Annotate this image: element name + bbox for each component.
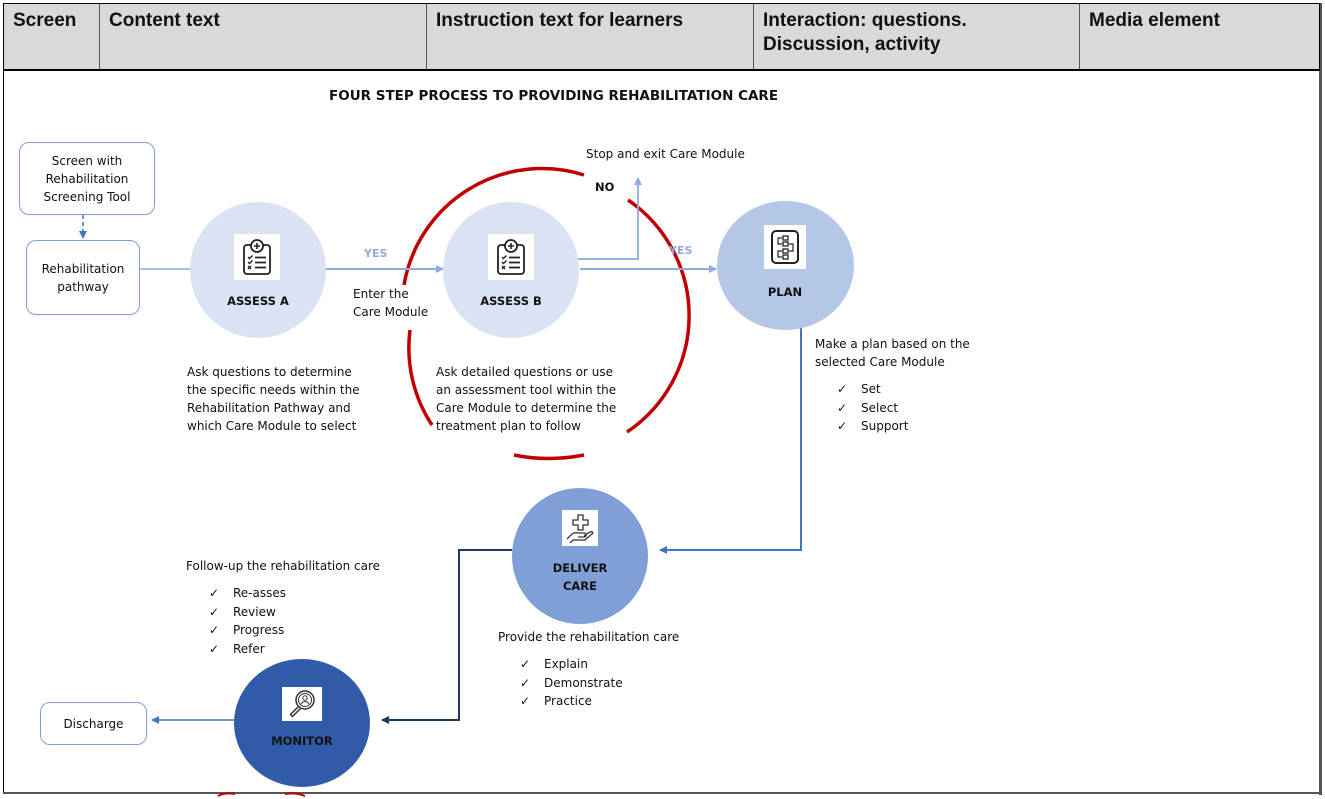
deliver-checklist: ✓ Explain ✓ Demonstrate ✓ Practice (520, 655, 679, 711)
box-discharge-label: Discharge (63, 716, 124, 731)
checkmark-icon: ✓ (520, 657, 531, 671)
enter-module-line1: Enter the (353, 287, 409, 301)
checkmark-icon: ✓ (209, 604, 220, 619)
checklist-item: ✓ Set (837, 380, 970, 399)
edge-label-stop-exit: Stop and exit Care Module (586, 147, 745, 161)
clipboard-checklist-icon (488, 234, 534, 280)
node-monitor-label: MONITOR (271, 734, 333, 748)
checklist-item: ✓ Explain (520, 655, 679, 674)
red-cycle-arc-left (407, 329, 434, 426)
checklist-item: ✓ Support (837, 417, 970, 436)
box-screening-tool: Screen with Rehabilitation Screening Too… (19, 142, 155, 215)
enter-module-line2: Care Module (353, 305, 429, 319)
assess-a-desc-line: Rehabilitation Pathway and (187, 401, 351, 415)
edge-label-enter-module: Enter the Care Module (353, 285, 428, 321)
hand-medical-cross-icon (562, 510, 598, 546)
assess-b-desc-line: an assessment tool within the (436, 383, 617, 397)
node-deliver-care (512, 488, 648, 624)
checkmark-icon: ✓ (837, 382, 848, 396)
assess-b-desc-line: treatment plan to follow (436, 419, 581, 433)
edge-label-yes-plan: YES (669, 244, 693, 257)
checklist-item-label: Refer (233, 641, 265, 656)
node-deliver-label-line2: CARE (562, 579, 598, 593)
node-assess-b-label: ASSESS B (480, 294, 542, 308)
edge-label-yes-assess: YES (364, 247, 388, 260)
checklist-item: ✓ Demonstrate (520, 674, 679, 693)
plan-description: Make a plan based on the selected Care M… (815, 335, 970, 436)
checklist-item-label: Select (861, 400, 899, 415)
checkmark-icon: ✓ (209, 623, 220, 637)
assess-b-desc-line: Ask detailed questions or use (436, 365, 614, 379)
checkmark-icon: ✓ (209, 641, 220, 656)
checklist-item-label: Explain (544, 657, 588, 671)
deliver-description: Provide the rehabilitation care ✓ Explain… (498, 628, 679, 711)
monitor-desc-line: Follow-up the rehabilitation care (186, 559, 381, 573)
checklist-item: ✓ Select (837, 399, 970, 418)
checklist-item: ✓ Practice (520, 692, 679, 711)
plan-checklist: ✓ Set ✓ Select ✓ Support (837, 380, 970, 436)
checkmark-icon: ✓ (520, 694, 531, 708)
plan-desc-line: Make a plan based on the (815, 337, 970, 351)
assess-a-desc-line: Ask questions to determine (187, 365, 352, 379)
checklist-item: ✓ Progress (209, 621, 380, 640)
checkmark-icon: ✓ (520, 675, 531, 690)
assess-b-description: Ask detailed questions or use an assessm… (436, 363, 616, 435)
checklist-item: ✓ Re-asses (209, 584, 380, 603)
checklist-item-label: Review (233, 604, 276, 619)
node-plan-label: PLAN (767, 285, 803, 299)
checkmark-icon: ✓ (837, 419, 848, 433)
checklist-item-label: Progress (233, 623, 285, 637)
checklist-item: ✓ Refer (209, 640, 380, 659)
box-discharge: Discharge (40, 702, 147, 745)
checklist-item-label: Re-asses (233, 586, 287, 600)
diagram-title: FOUR STEP PROCESS TO PROVIDING REHABILIT… (329, 88, 779, 104)
red-cycle-arc-right (626, 198, 691, 434)
checklist-item: ✓ Review (209, 603, 380, 622)
red-cycle-arc-bottom (513, 453, 585, 461)
edge-label-no: NO (595, 180, 615, 194)
box-pathway-label: Rehabilitation pathway (41, 261, 125, 294)
checklist-item-label: Practice (544, 694, 592, 708)
flowchart-document-icon (764, 225, 806, 269)
monitor-checklist: ✓ Re-asses ✓ Review ✓ Progress ✓ Refer (209, 584, 380, 658)
assess-b-desc-line: Care Module to determine the (436, 401, 617, 415)
checklist-item-label: Demonstrate (544, 675, 623, 690)
node-monitor (234, 659, 370, 787)
checklist-item-label: Support (861, 419, 909, 433)
red-cycle-fragment-bottom (217, 792, 306, 797)
checklist-item-label: Set (861, 382, 881, 396)
monitor-description: Follow-up the rehabilitation care ✓ Re-as… (186, 557, 380, 658)
assess-a-desc-line: which Care Module to select (187, 419, 357, 433)
deliver-desc-line: Provide the rehabilitation care (498, 630, 680, 644)
node-deliver-care-label: DELIVER CARE (520, 559, 640, 595)
node-deliver-label-line1: DELIVER (552, 561, 608, 575)
checkmark-icon: ✓ (837, 400, 848, 415)
assess-a-desc-line: the specific needs within the (187, 383, 360, 397)
node-assess-a-label: ASSESS A (227, 294, 289, 308)
magnifier-person-icon (282, 687, 322, 721)
box-screening-tool-label: Screen with Rehabilitation Screening Too… (43, 153, 131, 204)
plan-desc-line: selected Care Module (815, 355, 945, 369)
clipboard-checklist-icon (234, 234, 280, 280)
checkmark-icon: ✓ (209, 586, 220, 600)
connector-deliver-to-monitor (381, 549, 512, 724)
assess-a-description: Ask questions to determine the specific … (187, 363, 360, 435)
box-rehabilitation-pathway: Rehabilitation pathway (26, 240, 140, 315)
